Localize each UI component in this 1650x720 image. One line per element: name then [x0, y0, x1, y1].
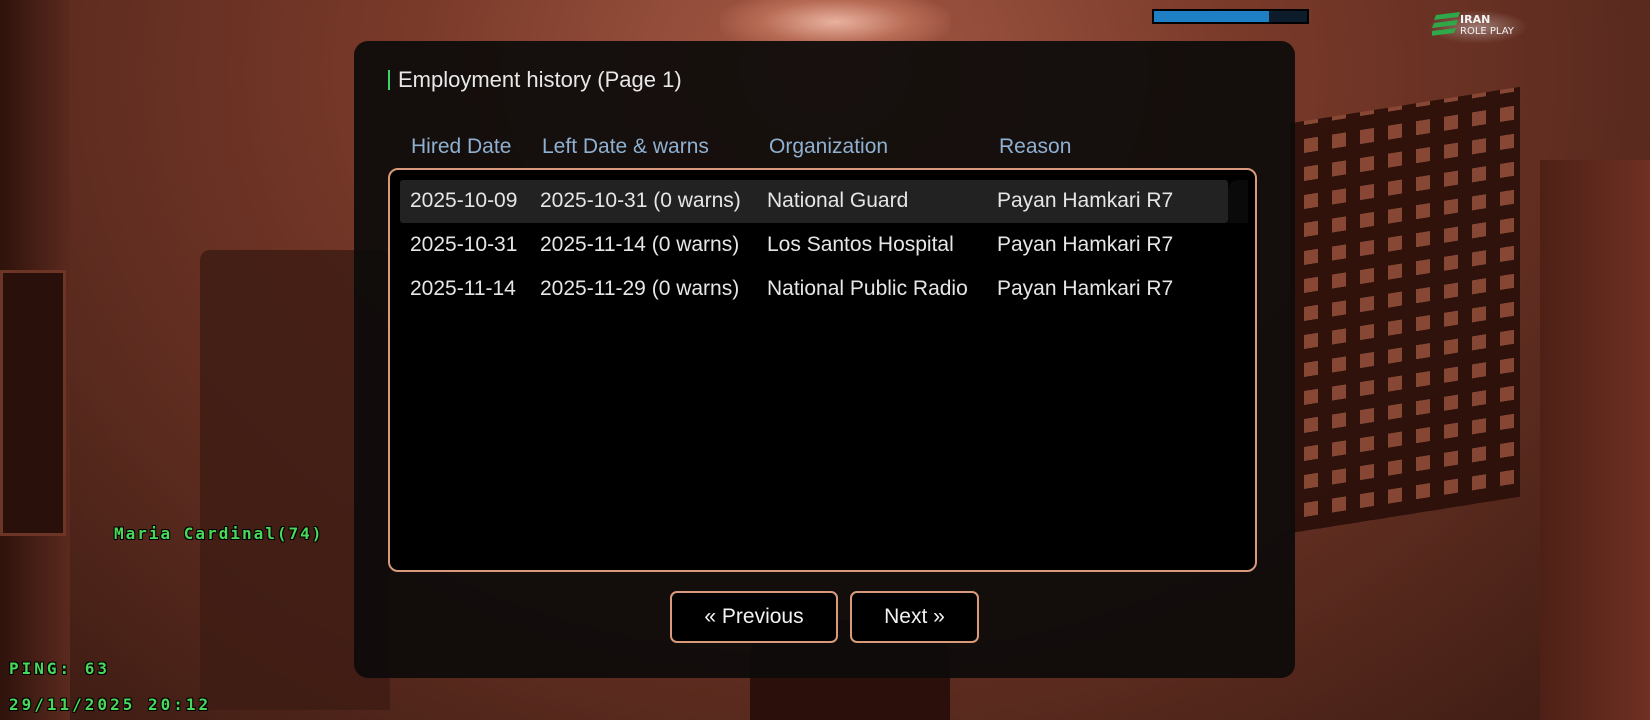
server-logo: IRAN ROLE PLAY — [1428, 10, 1528, 44]
cell-organization: National Guard — [767, 189, 909, 212]
background-picture-frame — [0, 270, 66, 536]
logo-line-2: ROLE PLAY — [1460, 26, 1514, 37]
logo-stripes-icon — [1432, 12, 1460, 36]
list-row[interactable]: 2025-11-14 2025-11-29 (0 warns) National… — [400, 268, 1228, 311]
cell-left-date: 2025-11-14 (0 warns) — [540, 233, 740, 256]
column-header-left-date: Left Date & warns — [542, 135, 709, 158]
next-page-button[interactable]: Next » — [850, 591, 979, 643]
dialog-title-text: Employment history (Page 1) — [398, 67, 682, 92]
cell-reason: Payan Hamkari R7 — [997, 277, 1174, 300]
employment-history-dialog: Employment history (Page 1) Hired Date L… — [354, 41, 1295, 678]
background-lattice-screen — [1290, 86, 1520, 534]
title-accent-bar — [388, 70, 390, 90]
cell-left-date: 2025-11-29 (0 warns) — [540, 277, 740, 300]
logo-text: IRAN ROLE PLAY — [1460, 14, 1514, 38]
cell-organization: Los Santos Hospital — [767, 233, 954, 256]
list-scrollbar[interactable] — [1228, 180, 1248, 223]
column-header-reason: Reason — [999, 135, 1072, 158]
player-nametag: Maria Cardinal(74) — [114, 524, 324, 543]
cell-reason: Payan Hamkari R7 — [997, 189, 1174, 212]
cell-hired-date: 2025-10-09 — [410, 189, 518, 212]
list-row[interactable]: 2025-10-31 2025-11-14 (0 warns) Los Sant… — [400, 224, 1228, 267]
cell-reason: Payan Hamkari R7 — [997, 233, 1174, 256]
list-row[interactable]: 2025-10-09 2025-10-31 (0 warns) National… — [400, 180, 1228, 223]
datetime-readout: 29/11/2025 20:12 — [9, 695, 212, 714]
previous-page-button[interactable]: « Previous — [670, 591, 838, 643]
ping-readout: PING: 63 — [9, 659, 111, 678]
cell-organization: National Public Radio — [767, 277, 968, 300]
status-bar — [1152, 9, 1309, 24]
dialog-title: Employment history (Page 1) — [388, 67, 682, 93]
column-header-organization: Organization — [769, 135, 889, 158]
status-bar-fill — [1154, 11, 1269, 22]
logo-line-1: IRAN — [1460, 13, 1491, 26]
background-door — [1540, 160, 1650, 720]
cell-hired-date: 2025-10-31 — [410, 233, 518, 256]
employment-list[interactable]: 2025-10-09 2025-10-31 (0 warns) National… — [388, 168, 1257, 572]
cell-hired-date: 2025-11-14 — [410, 277, 516, 300]
cell-left-date: 2025-10-31 (0 warns) — [540, 189, 741, 212]
column-header-hired-date: Hired Date — [411, 135, 512, 158]
